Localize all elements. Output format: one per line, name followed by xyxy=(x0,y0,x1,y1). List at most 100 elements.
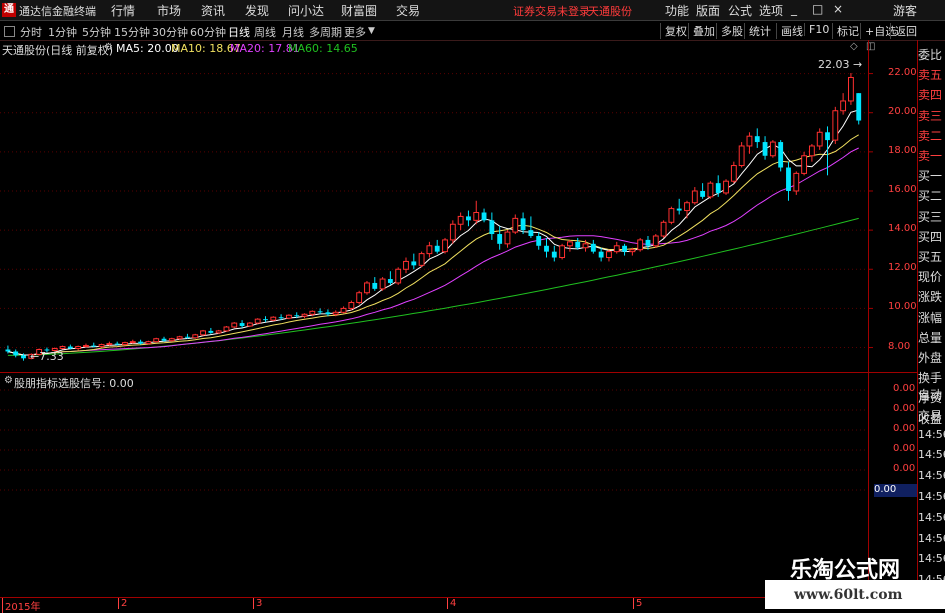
period-tab-weekly[interactable]: 周线 xyxy=(254,24,276,40)
side-panel-label[interactable]: 换手 xyxy=(918,369,945,386)
candle-body xyxy=(660,221,667,237)
candle xyxy=(395,267,402,285)
side-panel-label[interactable]: 买三 xyxy=(918,208,945,225)
side-panel-label[interactable]: 卖一 xyxy=(918,147,945,164)
candle xyxy=(83,343,89,348)
candle-body xyxy=(395,268,402,284)
period-tab-30min[interactable]: 30分钟 xyxy=(152,24,188,40)
indicator-current-value: 0.00 xyxy=(874,484,918,497)
period-tab-monthly[interactable]: 月线 xyxy=(282,24,304,40)
candle xyxy=(622,243,627,256)
maximize-icon[interactable]: □ xyxy=(812,2,823,16)
candle-body xyxy=(285,314,292,319)
candle-body xyxy=(372,282,378,289)
candle xyxy=(246,322,253,327)
candle-body xyxy=(637,239,644,251)
side-panel-label[interactable]: 涨幅 xyxy=(918,309,945,326)
candle xyxy=(301,313,308,319)
candle-body xyxy=(317,311,323,313)
period-tab-intraday[interactable]: 分时 xyxy=(20,24,42,40)
period-tab-1min[interactable]: 1分钟 xyxy=(48,24,77,40)
side-panel-toggle[interactable]: 自动 xyxy=(918,386,945,403)
button-overlay[interactable]: 叠加 xyxy=(688,23,719,39)
menu-item-news[interactable]: 资讯 xyxy=(201,2,225,19)
menu-item-quotes[interactable]: 行情 xyxy=(111,2,135,19)
side-panel-label[interactable]: 涨跌 xyxy=(918,288,945,305)
menu-item-wealth[interactable]: 财富圈 xyxy=(341,2,377,19)
button-multi-stock[interactable]: 多股 xyxy=(716,23,747,39)
side-panel-label[interactable]: 买五 xyxy=(918,248,945,265)
side-panel-label[interactable]: 总量 xyxy=(918,329,945,346)
candle-body xyxy=(730,165,737,182)
side-panel-label[interactable]: 卖三 xyxy=(918,107,945,124)
button-back[interactable]: 返回 xyxy=(890,23,921,39)
candle xyxy=(481,208,487,223)
sub-y-tick-label: 0.00 xyxy=(893,443,916,454)
period-tab-15min[interactable]: 15分钟 xyxy=(114,24,150,40)
candle-body xyxy=(466,216,471,221)
side-panel-label[interactable]: 委比 xyxy=(918,46,945,63)
button-rights[interactable]: 复权 xyxy=(660,23,691,39)
side-panel-toggle[interactable]: 交易 xyxy=(918,407,945,424)
side-panel-label[interactable]: 现价 xyxy=(918,268,945,285)
candle xyxy=(566,239,573,252)
menu-item-market[interactable]: 市场 xyxy=(157,2,181,19)
grid-toggle-icon[interactable] xyxy=(4,26,15,37)
candle xyxy=(700,183,706,199)
menu-item-trade[interactable]: 交易 xyxy=(396,2,420,19)
indicator-title[interactable]: 股朋指标 xyxy=(14,375,58,391)
button-draw[interactable]: 画线 xyxy=(776,23,807,39)
sub-y-tick-label: 0.00 xyxy=(893,423,916,434)
kline-chart[interactable] xyxy=(0,40,918,598)
menu-formula[interactable]: 公式 xyxy=(728,2,752,19)
candle-body xyxy=(418,253,425,266)
candle-body xyxy=(848,76,854,102)
close-icon[interactable]: × xyxy=(833,2,843,16)
guest-user[interactable]: 游客 xyxy=(893,2,917,19)
side-panel-label[interactable]: 买四 xyxy=(918,228,945,245)
minimize-icon[interactable]: _ xyxy=(791,2,797,16)
candle-body xyxy=(691,190,698,204)
candle-body xyxy=(114,343,120,345)
candle xyxy=(466,210,471,227)
menu-layout[interactable]: 版面 xyxy=(696,2,720,19)
login-warning[interactable]: 证券交易未登录 xyxy=(513,3,590,19)
candle xyxy=(559,243,566,260)
candle xyxy=(192,333,199,339)
period-tab-60min[interactable]: 60分钟 xyxy=(190,24,226,40)
candle-body xyxy=(676,208,682,211)
candle xyxy=(668,206,675,225)
candle-body xyxy=(582,243,589,249)
chevron-down-icon[interactable]: ▼ xyxy=(368,26,375,36)
button-f10[interactable]: F10 xyxy=(804,23,833,36)
candle xyxy=(575,237,581,250)
menu-item-discover[interactable]: 发现 xyxy=(245,2,269,19)
candle-body xyxy=(449,223,456,241)
candle xyxy=(215,329,222,334)
settings-icon[interactable]: ⚙ xyxy=(4,375,13,386)
button-mark[interactable]: 标记 xyxy=(832,23,863,39)
candle-body xyxy=(325,312,331,315)
side-panel-label[interactable]: 外盘 xyxy=(918,349,945,366)
candle xyxy=(239,320,245,328)
side-panel-label[interactable]: 买二 xyxy=(918,187,945,204)
candle xyxy=(590,239,596,254)
menu-item-ask[interactable]: 问小达 xyxy=(288,2,324,19)
candle-body xyxy=(668,208,675,223)
side-panel-label[interactable]: 卖五 xyxy=(918,66,945,83)
menu-function[interactable]: 功能 xyxy=(665,2,689,19)
menu-options[interactable]: 选项 xyxy=(759,2,783,19)
side-panel-label[interactable]: 卖二 xyxy=(918,127,945,144)
candle xyxy=(801,151,808,176)
y-tick-label: 12.00 xyxy=(888,262,917,274)
period-tab-daily[interactable]: 日线 xyxy=(228,24,250,40)
button-stats[interactable]: 统计 xyxy=(744,23,775,39)
candle-body xyxy=(254,318,261,324)
side-panel-label[interactable]: 买一 xyxy=(918,167,945,184)
side-panel-label[interactable]: 卖四 xyxy=(918,86,945,103)
x-tick-label: 4 xyxy=(447,598,456,609)
candle xyxy=(512,214,519,235)
period-tab-more[interactable]: 更多 xyxy=(344,24,366,40)
period-tab-multi[interactable]: 多周期 xyxy=(309,24,342,40)
period-tab-5min[interactable]: 5分钟 xyxy=(82,24,111,40)
